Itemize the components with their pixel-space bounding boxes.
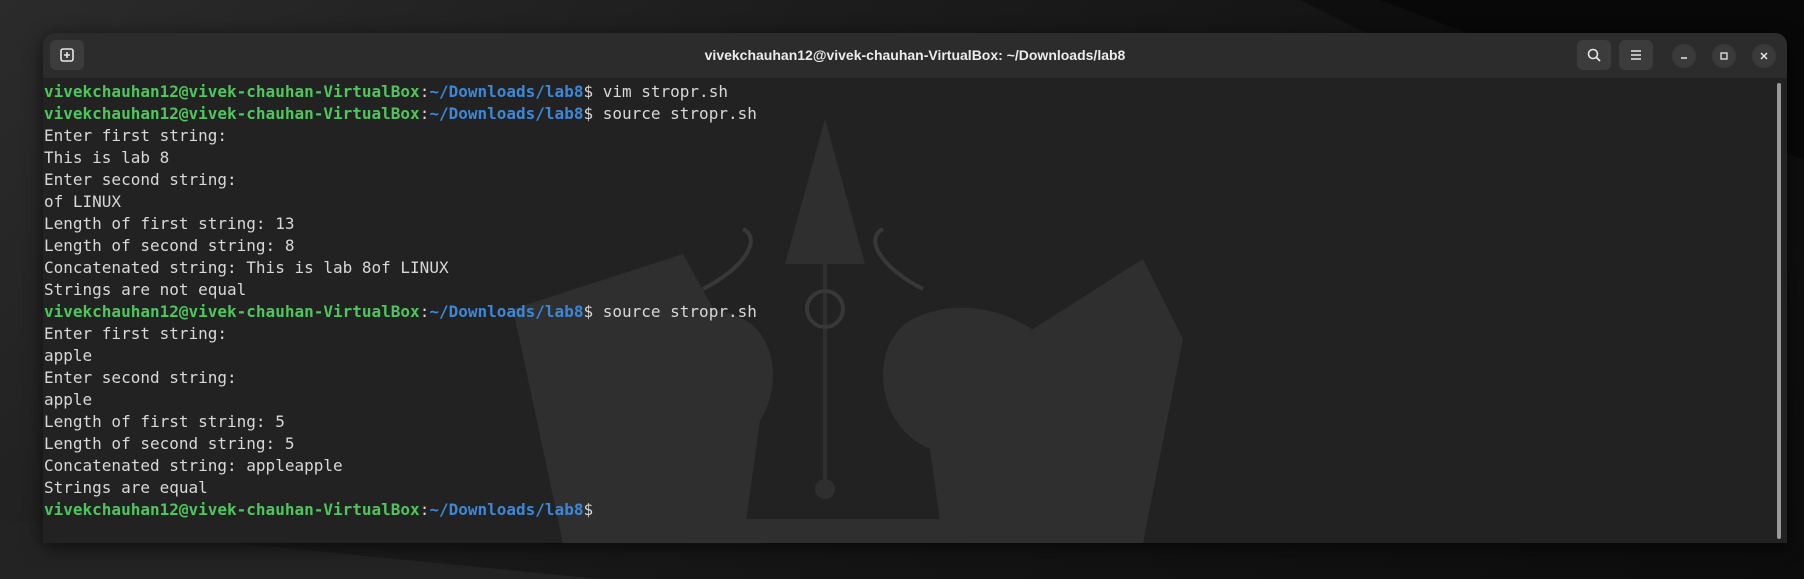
close-icon — [1760, 52, 1768, 60]
prompt-user-host: vivekchauhan12@vivek-chauhan-VirtualBox — [44, 302, 420, 321]
prompt-user-host: vivekchauhan12@vivek-chauhan-VirtualBox — [44, 500, 420, 519]
output-line: Length of second string: 8 — [44, 236, 295, 255]
output-line: Length of second string: 5 — [44, 434, 295, 453]
prompt-separator: : — [419, 500, 430, 519]
new-tab-icon — [60, 48, 74, 62]
minimize-button[interactable] — [1672, 44, 1696, 68]
output-line: Enter first string: — [44, 324, 228, 343]
window-title: vivekchauhan12@vivek-chauhan-VirtualBox:… — [704, 47, 1126, 63]
prompt-path: ~/Downloads/lab8 — [429, 302, 584, 321]
search-icon — [1587, 48, 1601, 62]
output-line: Length of first string: 5 — [44, 412, 285, 431]
prompt-path: ~/Downloads/lab8 — [429, 104, 584, 123]
output-line: Enter second string: — [44, 368, 237, 387]
output-line: Concatenated string: appleapple — [44, 456, 343, 475]
prompt-symbol: $ — [583, 302, 594, 321]
output-line: apple — [44, 390, 93, 409]
command-text: source stropr.sh — [593, 302, 757, 321]
prompt-path: ~/Downloads/lab8 — [429, 82, 584, 101]
new-tab-button[interactable] — [50, 40, 84, 70]
output-line: This is lab 8 — [44, 148, 170, 167]
terminal-window[interactable]: vivekchauhan12@vivek-chauhan-VirtualBox:… — [43, 33, 1787, 543]
scrollbar[interactable] — [1777, 83, 1781, 539]
output-line: Strings are not equal — [44, 280, 247, 299]
prompt-symbol: $ — [583, 104, 594, 123]
terminal-area[interactable]: vivekchauhan12@vivek-chauhan-VirtualBox:… — [43, 79, 1787, 543]
prompt-user-host: vivekchauhan12@vivek-chauhan-VirtualBox — [44, 82, 420, 101]
terminal-output[interactable]: vivekchauhan12@vivek-chauhan-VirtualBox:… — [44, 81, 1764, 521]
menu-button[interactable] — [1619, 40, 1653, 70]
prompt-line: vivekchauhan12@vivek-chauhan-VirtualBox:… — [44, 81, 1764, 103]
output-line: Length of first string: 13 — [44, 214, 295, 233]
output-line: of LINUX — [44, 192, 122, 211]
output-line: Strings are equal — [44, 478, 208, 497]
command-text: vim stropr.sh — [593, 82, 728, 101]
command-text: source stropr.sh — [593, 104, 757, 123]
prompt-path: ~/Downloads/lab8 — [429, 500, 584, 519]
minimize-icon — [1681, 57, 1687, 59]
prompt-line: vivekchauhan12@vivek-chauhan-VirtualBox:… — [44, 499, 1764, 521]
prompt-line: vivekchauhan12@vivek-chauhan-VirtualBox:… — [44, 301, 1764, 323]
desktop-background: vivekchauhan12@vivek-chauhan-VirtualBox:… — [0, 0, 1804, 579]
output-line: Concatenated string: This is lab 8of LIN… — [44, 258, 449, 277]
prompt-line: vivekchauhan12@vivek-chauhan-VirtualBox:… — [44, 103, 1764, 125]
close-button[interactable] — [1752, 44, 1776, 68]
prompt-symbol: $ — [583, 82, 594, 101]
prompt-separator: : — [419, 82, 430, 101]
output-line: Enter first string: — [44, 126, 228, 145]
prompt-separator: : — [419, 104, 430, 123]
maximize-icon — [1720, 52, 1728, 60]
prompt-symbol: $ — [583, 500, 594, 519]
prompt-user-host: vivekchauhan12@vivek-chauhan-VirtualBox — [44, 104, 420, 123]
output-line: Enter second string: — [44, 170, 237, 189]
prompt-separator: : — [419, 302, 430, 321]
title-bar[interactable]: vivekchauhan12@vivek-chauhan-VirtualBox:… — [43, 33, 1787, 79]
maximize-button[interactable] — [1712, 44, 1736, 68]
hamburger-menu-icon — [1631, 50, 1641, 60]
search-button[interactable] — [1577, 40, 1611, 70]
output-line: apple — [44, 346, 93, 365]
